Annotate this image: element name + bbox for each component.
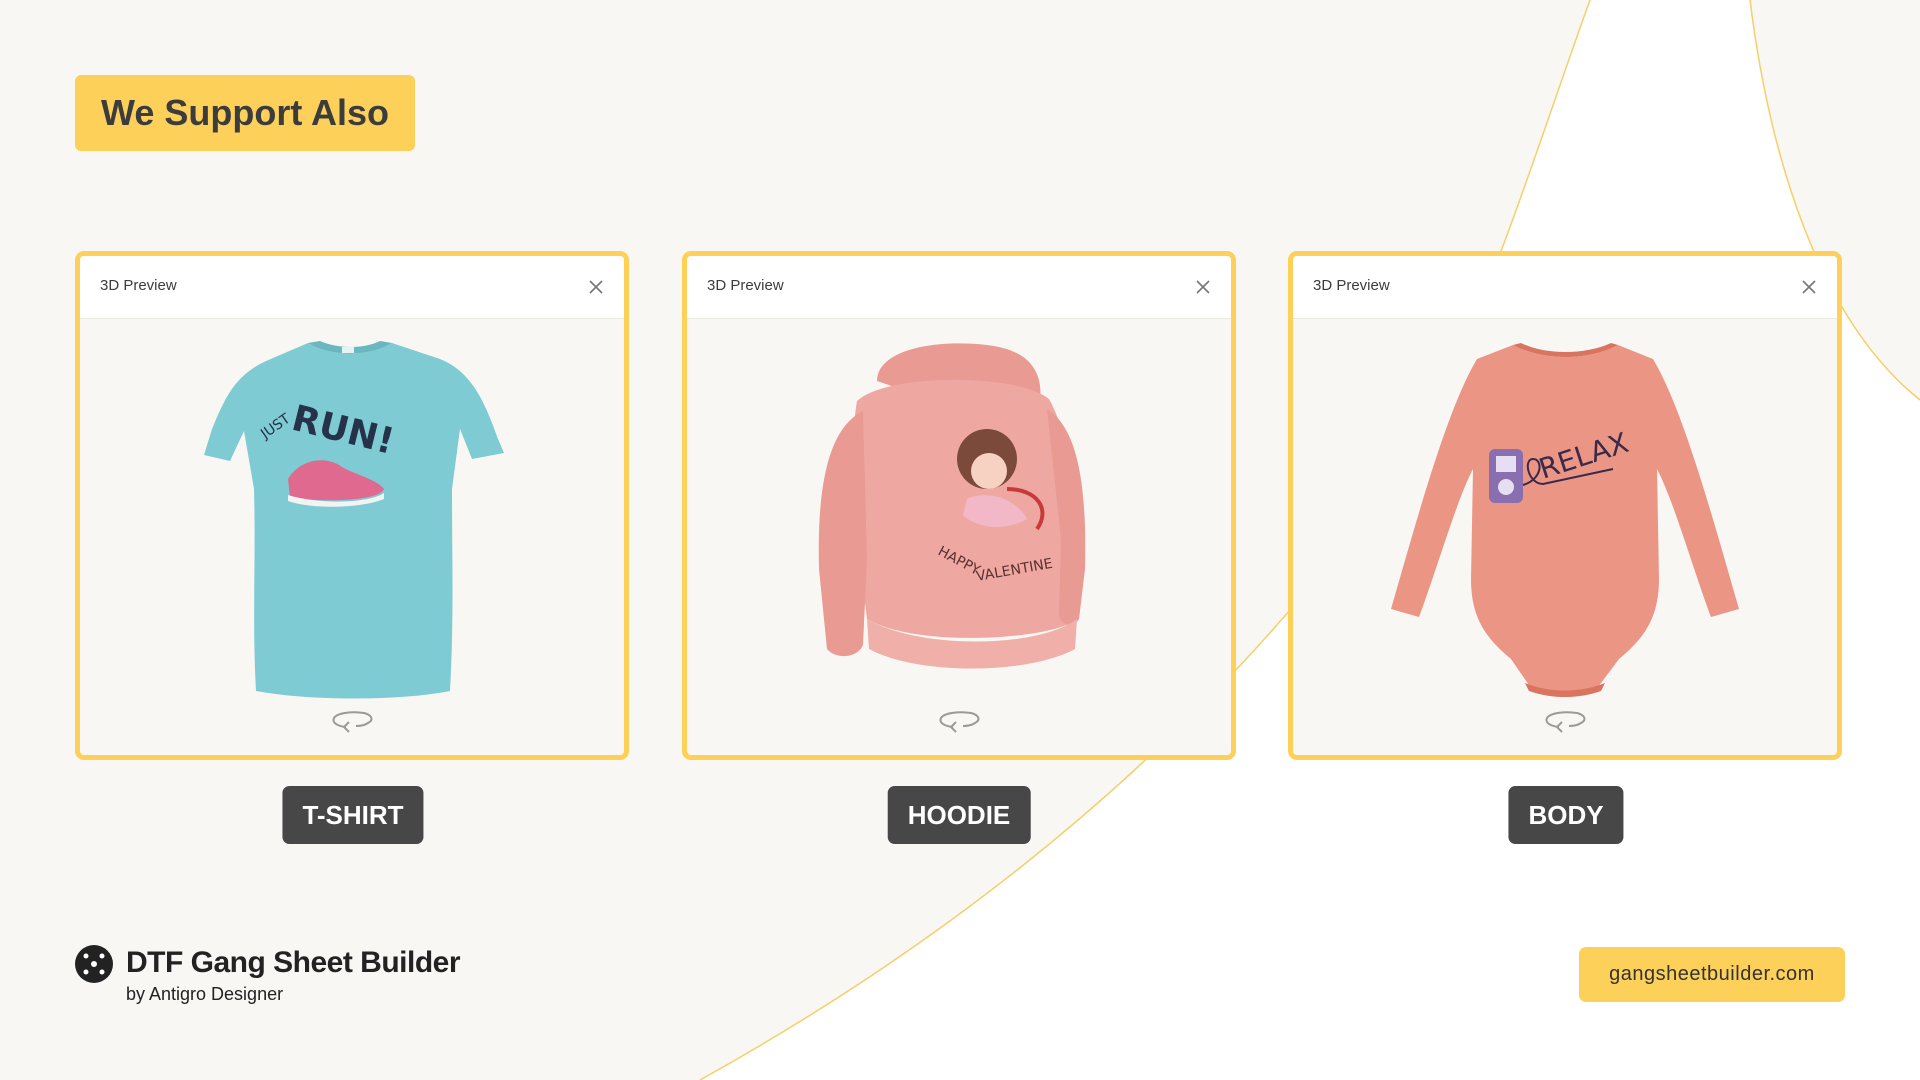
- product-label-body: BODY: [1508, 786, 1624, 844]
- preview-card-hoodie: 3D Preview HAPPY VALENTINE: [682, 251, 1236, 760]
- brand-name: DTF Gang Sheet Builder: [126, 946, 461, 979]
- card-title: 3D Preview: [1313, 277, 1390, 294]
- brand-logo-icon: [75, 945, 113, 983]
- preview-stage[interactable]: HAPPY VALENTINE: [687, 319, 1231, 755]
- card-header: 3D Preview: [1293, 256, 1837, 319]
- close-icon[interactable]: [1795, 273, 1823, 301]
- tshirt-image: JUST RUN!: [204, 341, 504, 699]
- card-title: 3D Preview: [707, 277, 784, 294]
- preview-stage[interactable]: JUST RUN!: [80, 319, 624, 755]
- preview-stage[interactable]: RELAX: [1293, 319, 1837, 755]
- product-label-hoodie: HOODIE: [887, 786, 1031, 844]
- card-header: 3D Preview: [80, 256, 624, 319]
- card-header: 3D Preview: [687, 256, 1231, 319]
- close-icon[interactable]: [582, 273, 610, 301]
- close-icon[interactable]: [1189, 273, 1217, 301]
- rotate-360-icon[interactable]: [937, 707, 981, 735]
- card-title: 3D Preview: [100, 277, 177, 294]
- website-link[interactable]: gangsheetbuilder.com: [1579, 947, 1845, 1002]
- brand-byline: by Antigro Designer: [126, 984, 284, 1004]
- product-label-tshirt: T-SHIRT: [282, 786, 424, 844]
- rotate-360-icon[interactable]: [1543, 707, 1587, 735]
- section-headline: We Support Also: [75, 75, 415, 151]
- preview-card-body: 3D Preview RELAX: [1288, 251, 1842, 760]
- preview-card-tshirt: 3D Preview JUST RUN!: [75, 251, 629, 760]
- hoodie-image: HAPPY VALENTINE: [818, 343, 1086, 669]
- rotate-360-icon[interactable]: [330, 707, 374, 735]
- bodysuit-image: RELAX: [1391, 343, 1739, 697]
